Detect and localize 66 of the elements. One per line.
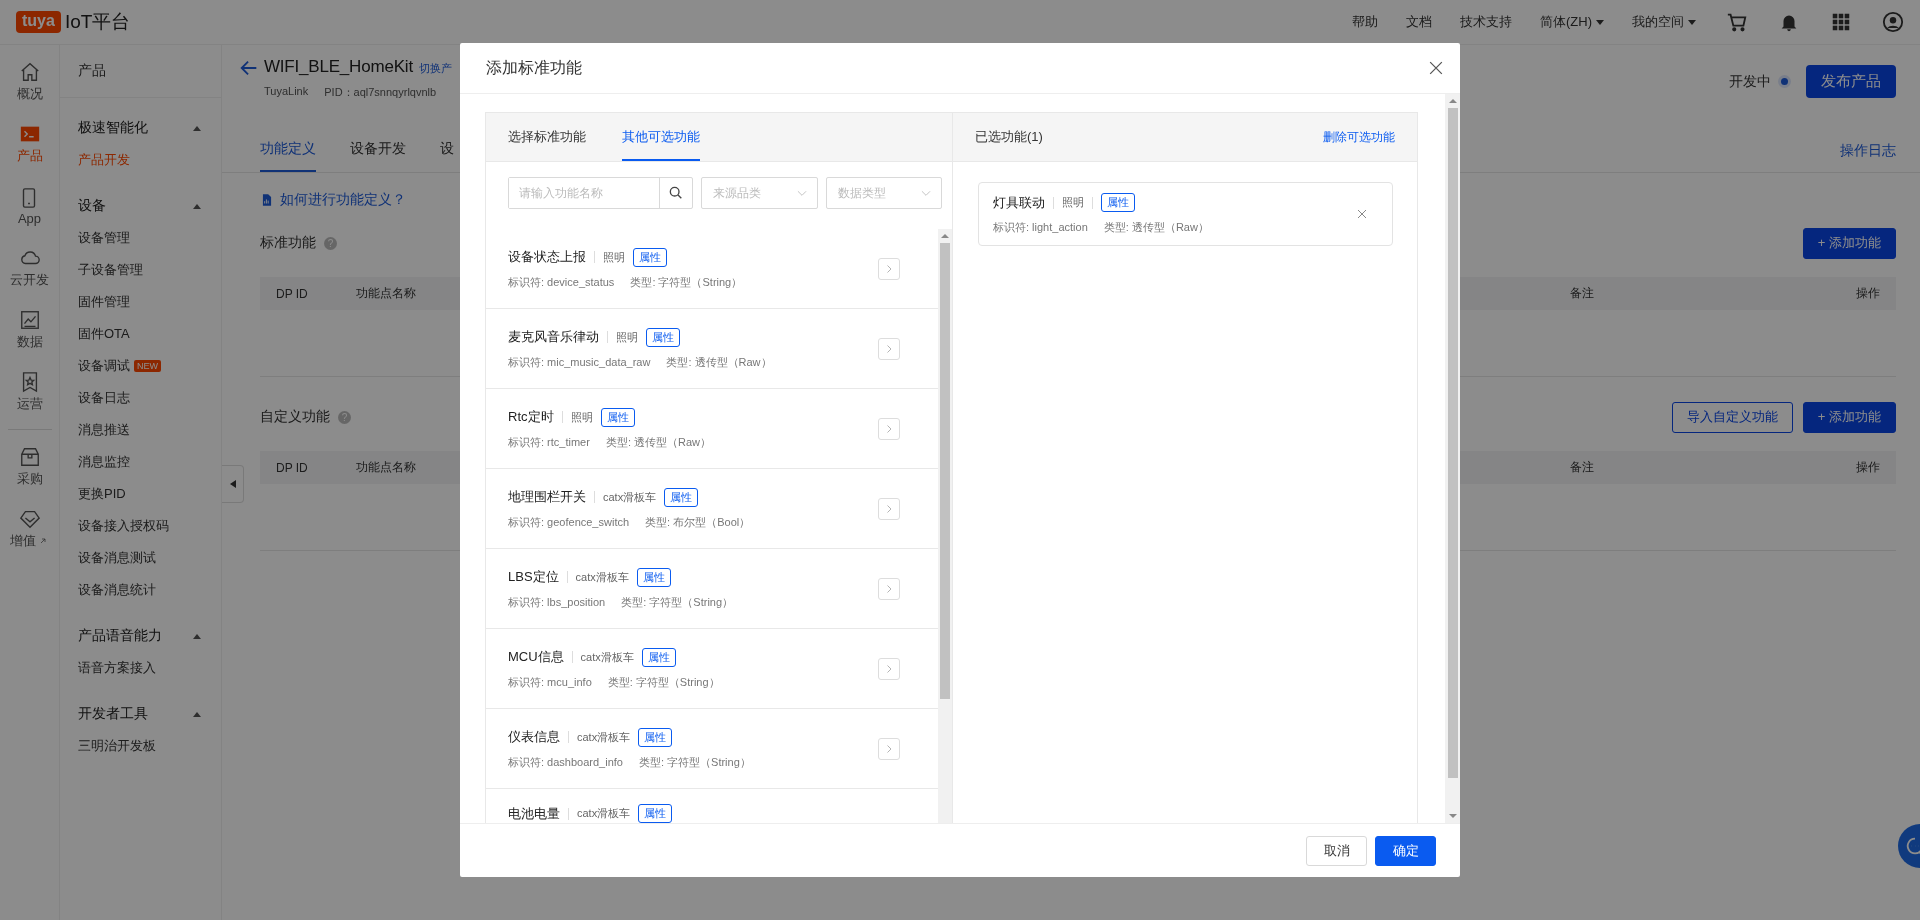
section-title: 标准功能 xyxy=(260,234,316,252)
function-type: 类型: 透传型（Raw） xyxy=(666,354,772,370)
function-category: 照明 xyxy=(616,329,638,345)
function-name: 设备状态上报 xyxy=(508,248,586,266)
sidebar-title: 产品 xyxy=(60,45,221,98)
protocol-label: TuyaLink xyxy=(264,85,309,99)
pid-label: PID：aql7snnqyrlqvnlb xyxy=(324,85,437,100)
function-identifier: 标识符: mcu_info xyxy=(508,674,592,690)
column-header: 操作 xyxy=(1855,459,1880,476)
dialog-title: 添加标准功能 xyxy=(486,57,582,78)
logo-text: IoT平台 xyxy=(64,10,131,34)
column-header: 操作 xyxy=(1855,285,1880,302)
property-tag: 属性 xyxy=(1101,193,1135,212)
function-name: 仪表信息 xyxy=(508,728,560,746)
function-category: 照明 xyxy=(570,409,593,425)
function-type: 类型: 字符型（String） xyxy=(607,674,720,690)
function-identifier: 标识符: device_status xyxy=(508,274,615,290)
function-name: Rtc定时 xyxy=(508,408,554,426)
property-tag: 属性 xyxy=(638,804,673,823)
function-type: 类型: 字符型（String） xyxy=(630,274,743,290)
group-label: 设备 xyxy=(78,197,106,215)
function-category: catx滑板车 xyxy=(577,806,631,821)
column-header: DP ID xyxy=(276,286,309,301)
column-header: 备注 xyxy=(1570,285,1595,302)
property-tag: 属性 xyxy=(633,247,667,267)
new-badge: NEW xyxy=(134,360,161,372)
function-name: MCU信息 xyxy=(508,648,564,666)
function-identifier: 标识符: rtc_timer xyxy=(508,434,590,450)
property-tag: 属性 xyxy=(600,407,635,427)
group-label: 极速智能化 xyxy=(78,119,148,137)
function-type: 类型: 字符型（String） xyxy=(621,594,734,610)
column-header: DP ID xyxy=(276,460,309,475)
function-identifier: 标识符: mic_music_data_raw xyxy=(508,354,651,370)
function-category: catx滑板车 xyxy=(577,729,631,745)
function-name: 灯具联动 xyxy=(993,193,1045,212)
function-name: 电池电量 xyxy=(508,804,560,823)
function-type: 类型: 字符型（String） xyxy=(638,754,751,770)
function-type: 类型: 布尔型（Bool） xyxy=(645,514,751,530)
function-category: 照明 xyxy=(603,249,625,265)
product-name: WIFI_BLE_HomeKit xyxy=(264,57,413,77)
property-tag: 属性 xyxy=(636,567,671,587)
function-name: 地理围栏开关 xyxy=(508,488,586,506)
column-header: 备注 xyxy=(1570,459,1595,476)
function-identifier: 标识符: dashboard_info xyxy=(508,754,623,770)
function-identifier: 标识符: light_action xyxy=(993,220,1088,235)
function-identifier: 标识符: lbs_position xyxy=(508,594,606,610)
property-tag: 属性 xyxy=(638,727,673,747)
function-category: 照明 xyxy=(1062,195,1084,210)
function-name: 麦克风音乐律动 xyxy=(508,328,599,346)
function-type: 类型: 透传型（Raw） xyxy=(605,434,712,450)
function-category: catx滑板车 xyxy=(580,649,634,665)
group-label: 开发者工具 xyxy=(78,705,148,723)
property-tag: 属性 xyxy=(664,487,699,507)
property-tag: 属性 xyxy=(641,647,676,667)
group-label: 产品语音能力 xyxy=(78,627,162,645)
column-header: 功能点名称 xyxy=(356,459,417,476)
function-name: LBS定位 xyxy=(508,568,559,586)
function-category: catx滑板车 xyxy=(603,489,657,505)
section-title: 自定义功能 xyxy=(260,408,330,426)
selected-count-label: 已选功能(1) xyxy=(975,128,1043,146)
function-type: 类型: 透传型（Raw） xyxy=(1103,220,1209,235)
column-header: 功能点名称 xyxy=(356,285,417,302)
function-category: catx滑板车 xyxy=(575,569,629,585)
status-label: 开发中 xyxy=(1729,72,1771,91)
property-tag: 属性 xyxy=(646,327,680,347)
function-identifier: 标识符: geofence_switch xyxy=(508,514,630,530)
